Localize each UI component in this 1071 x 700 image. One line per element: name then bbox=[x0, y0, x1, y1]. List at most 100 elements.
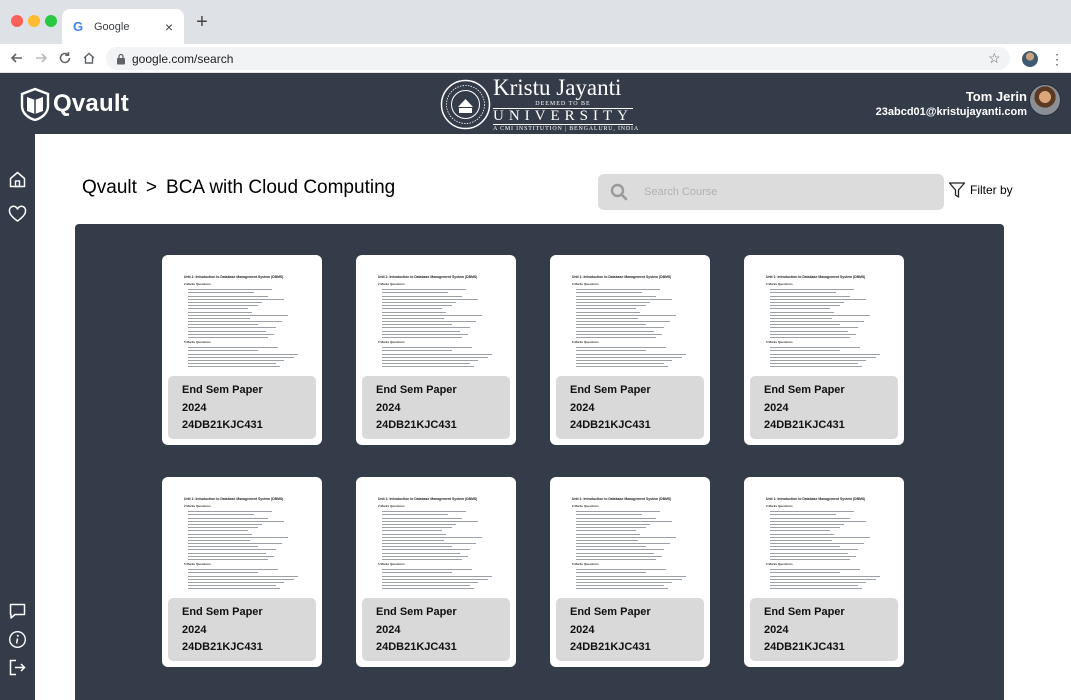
paper-preview-line bbox=[188, 366, 280, 368]
paper-preview-line bbox=[576, 366, 668, 368]
back-icon[interactable] bbox=[9, 51, 25, 67]
paper-preview-line bbox=[188, 363, 276, 365]
paper-preview-line bbox=[576, 543, 670, 545]
paper-preview-line bbox=[188, 585, 276, 587]
paper-preview-line bbox=[770, 359, 866, 361]
tab-close-icon[interactable]: × bbox=[162, 20, 176, 34]
heart-icon[interactable] bbox=[8, 205, 27, 224]
paper-preview-line bbox=[576, 289, 660, 291]
search-box[interactable] bbox=[598, 174, 944, 210]
paper-preview-line bbox=[576, 363, 664, 365]
breadcrumb-root[interactable]: Qvault bbox=[82, 177, 137, 199]
paper-preview-line bbox=[770, 572, 840, 574]
paper-preview: Unit 1: Introduction to Database Managem… bbox=[184, 497, 310, 607]
paper-card[interactable]: Unit 1: Introduction to Database Managem… bbox=[356, 255, 516, 445]
paper-card[interactable]: Unit 1: Introduction to Database Managem… bbox=[356, 477, 516, 667]
paper-card[interactable]: Unit 1: Introduction to Database Managem… bbox=[162, 477, 322, 667]
paper-preview-line bbox=[770, 511, 854, 513]
paper-preview-line bbox=[382, 327, 470, 329]
menu-kebab-icon[interactable]: ⋮ bbox=[1050, 51, 1064, 67]
paper-preview-line bbox=[770, 321, 864, 323]
paper-preview-line bbox=[188, 549, 276, 551]
filter-label: Filter by bbox=[970, 183, 1013, 197]
maximize-window-button[interactable] bbox=[45, 15, 57, 27]
paper-card[interactable]: Unit 1: Introduction to Database Managem… bbox=[550, 477, 710, 667]
paper-preview-line bbox=[382, 530, 442, 532]
qvault-logo[interactable]: Qvault bbox=[19, 87, 129, 121]
paper-preview-line bbox=[770, 317, 832, 319]
info-icon[interactable] bbox=[8, 630, 27, 649]
paper-preview-line bbox=[382, 555, 468, 557]
paper-preview-line bbox=[382, 578, 488, 580]
paper-preview-line bbox=[382, 321, 476, 323]
paper-preview-line bbox=[188, 520, 284, 522]
paper-preview-line bbox=[576, 333, 662, 335]
paper-type: End Sem Paper bbox=[182, 606, 263, 618]
paper-preview-line bbox=[188, 533, 252, 535]
paper-preview-line bbox=[576, 578, 682, 580]
star-icon[interactable]: ☆ bbox=[988, 50, 1001, 67]
paper-preview-line bbox=[770, 533, 834, 535]
paper-preview-line bbox=[770, 536, 870, 538]
home-icon[interactable] bbox=[8, 170, 27, 189]
logout-icon[interactable] bbox=[8, 658, 27, 677]
paper-card[interactable]: Unit 1: Introduction to Database Managem… bbox=[550, 255, 710, 445]
paper-preview-section: 2 Marks Questions bbox=[378, 282, 405, 286]
paper-preview-line bbox=[576, 356, 682, 358]
paper-preview-line bbox=[382, 292, 448, 294]
paper-preview-line bbox=[188, 552, 266, 554]
browser-tab[interactable]: G Google × bbox=[62, 9, 184, 44]
institution-university: UNIVERSITY bbox=[493, 107, 633, 125]
chat-icon[interactable] bbox=[8, 602, 27, 621]
paper-preview-section: 5 Marks Questions bbox=[766, 562, 793, 566]
paper-preview-line bbox=[188, 317, 250, 319]
close-window-button[interactable] bbox=[11, 15, 23, 27]
paper-preview: Unit 1: Introduction to Database Managem… bbox=[766, 497, 892, 607]
paper-preview-line bbox=[188, 308, 248, 310]
paper-preview-line bbox=[188, 559, 268, 560]
paper-preview-line bbox=[576, 539, 638, 541]
paper-preview-line bbox=[770, 305, 840, 307]
forward-icon[interactable] bbox=[33, 51, 49, 67]
paper-preview-line bbox=[188, 289, 272, 291]
paper-preview-section: 2 Marks Questions bbox=[766, 504, 793, 508]
paper-preview-line bbox=[770, 546, 840, 548]
user-avatar[interactable] bbox=[1029, 84, 1061, 116]
home-icon[interactable] bbox=[81, 51, 97, 67]
search-input[interactable] bbox=[644, 183, 924, 201]
paper-card[interactable]: Unit 1: Introduction to Database Managem… bbox=[162, 255, 322, 445]
address-bar[interactable]: google.com/search bbox=[106, 47, 1010, 70]
new-tab-icon[interactable]: + bbox=[193, 12, 211, 32]
paper-preview-line bbox=[188, 555, 274, 557]
paper-preview-line bbox=[770, 298, 866, 300]
paper-preview-title: Unit 1: Introduction to Database Managem… bbox=[572, 275, 672, 279]
paper-code: 24DB21KJC431 bbox=[764, 419, 845, 431]
filter-button[interactable]: Filter by bbox=[948, 181, 1013, 199]
paper-preview-line bbox=[770, 552, 848, 554]
paper-preview-line bbox=[576, 514, 642, 516]
paper-card-info: End Sem Paper 2024 24DB21KJC431 bbox=[362, 376, 510, 439]
profile-avatar[interactable] bbox=[1022, 51, 1038, 67]
paper-preview-line bbox=[188, 530, 248, 532]
user-email: 23abcd01@kristujayanti.com bbox=[875, 106, 1027, 118]
search-icon bbox=[610, 183, 628, 201]
reload-icon[interactable] bbox=[57, 51, 73, 67]
paper-preview-line bbox=[770, 549, 858, 551]
paper-preview-line bbox=[188, 356, 294, 358]
paper-preview-line bbox=[770, 523, 844, 525]
paper-preview-line bbox=[188, 572, 258, 574]
paper-preview: Unit 1: Introduction to Database Managem… bbox=[378, 275, 504, 385]
paper-preview-line bbox=[382, 301, 456, 303]
university-seal-icon bbox=[440, 79, 491, 129]
paper-card[interactable]: Unit 1: Introduction to Database Managem… bbox=[744, 477, 904, 667]
paper-preview-line bbox=[188, 301, 262, 303]
paper-preview-line bbox=[188, 314, 288, 316]
minimize-window-button[interactable] bbox=[28, 15, 40, 27]
paper-preview-line bbox=[770, 539, 832, 541]
paper-preview-line bbox=[770, 330, 848, 332]
paper-card[interactable]: Unit 1: Introduction to Database Managem… bbox=[744, 255, 904, 445]
paper-preview-line bbox=[188, 527, 258, 529]
paper-code: 24DB21KJC431 bbox=[764, 641, 845, 653]
paper-preview-line bbox=[382, 575, 492, 577]
paper-preview-title: Unit 1: Introduction to Database Managem… bbox=[184, 497, 284, 501]
